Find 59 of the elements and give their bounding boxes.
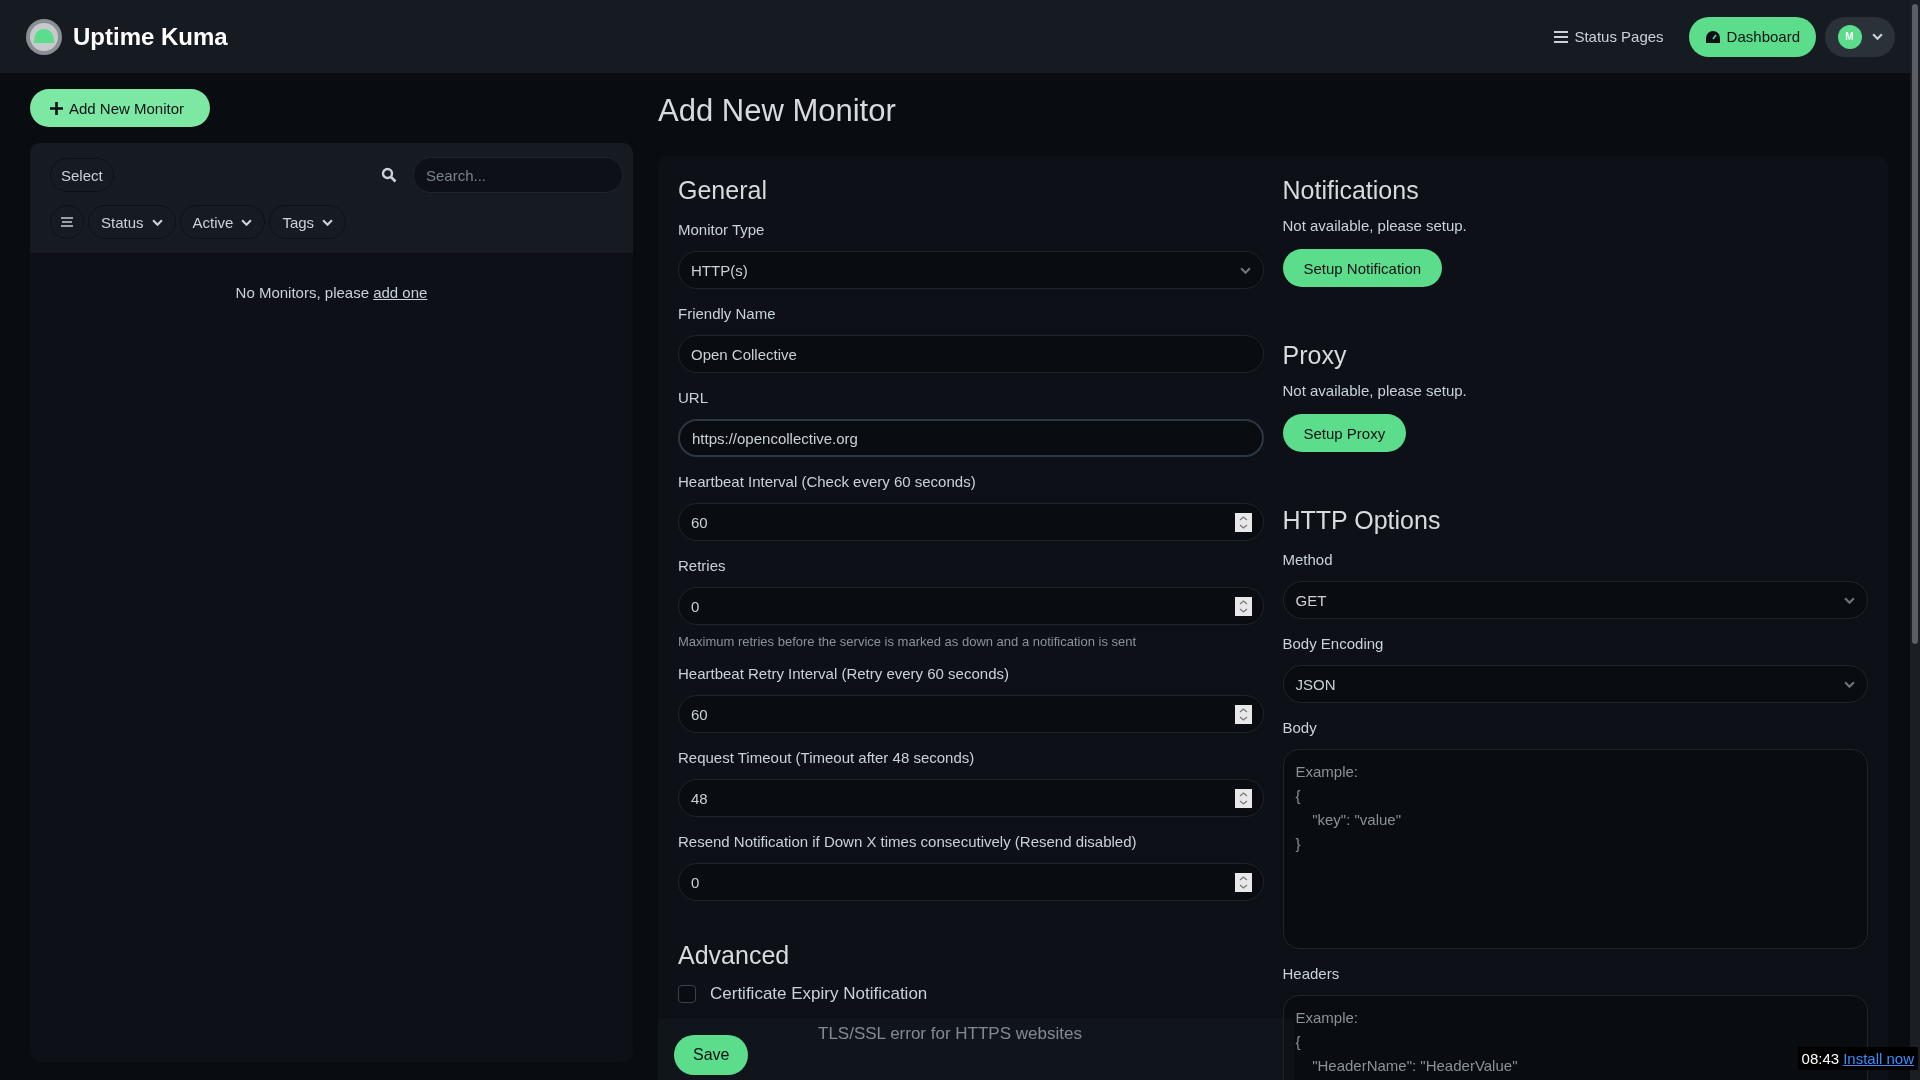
- select-field[interactable]: JSON: [1282, 665, 1868, 703]
- text-field[interactable]: https://opencollective.org: [678, 419, 1264, 457]
- field-label: Method: [1282, 551, 1334, 568]
- brand-name: Uptime Kuma: [73, 22, 228, 51]
- chevron-down-icon: [1844, 680, 1855, 688]
- option-label: TLS/SSL error for HTTPS websites: [818, 1024, 1082, 1044]
- add-monitor-button[interactable]: Add New Monitor: [30, 89, 211, 127]
- logo-icon: [25, 17, 63, 56]
- search-icon: [381, 167, 397, 183]
- number-field[interactable]: 60: [678, 503, 1264, 541]
- checkbox[interactable]: [678, 985, 696, 1003]
- chevron-down-icon: [1844, 596, 1855, 604]
- chevron-down-icon: [1871, 33, 1883, 40]
- list-icon: [61, 217, 73, 227]
- number-field[interactable]: 0: [678, 863, 1264, 901]
- field-label: Monitor Type: [678, 221, 766, 238]
- setup-button[interactable]: Setup Notification: [1282, 249, 1443, 287]
- gauge-icon: [1704, 29, 1721, 44]
- field-label: Body Encoding: [1282, 635, 1385, 652]
- select-field[interactable]: HTTP(s): [678, 251, 1264, 289]
- help-text: Maximum retries before the service is marked as down and a notification is sent: [678, 634, 1138, 649]
- field-label: Headers: [1282, 965, 1341, 982]
- save-button[interactable]: Save: [674, 1035, 749, 1075]
- field-label: Heartbeat Interval (Check every 60 seconds): [678, 473, 977, 490]
- clock-time: 08:43: [1801, 1050, 1840, 1067]
- plus-icon: [50, 101, 63, 115]
- chevron-down-icon: [241, 218, 253, 226]
- option-label: Certificate Expiry Notification: [710, 984, 928, 1004]
- list-icon: [1554, 30, 1569, 43]
- number-field[interactable]: 48: [678, 779, 1264, 817]
- page-title: Add New Monitor: [658, 92, 897, 130]
- section-heading: Advanced: [678, 941, 791, 970]
- select-field[interactable]: GET: [1282, 581, 1868, 619]
- chevron-down-icon: [151, 218, 163, 226]
- search-field[interactable]: Search...: [413, 157, 623, 193]
- field-label: Request Timeout (Timeout after 48 seconds): [678, 749, 976, 766]
- info-text: Not available, please setup.: [1282, 217, 1468, 234]
- number-field[interactable]: 0: [678, 587, 1264, 625]
- setup-button[interactable]: Setup Proxy: [1282, 414, 1407, 452]
- field-label: Body: [1282, 719, 1318, 736]
- field-label: Heartbeat Retry Interval (Retry every 60 seconds): [678, 665, 1010, 682]
- field-label: URL: [678, 389, 709, 406]
- field-label: Friendly Name: [678, 305, 777, 322]
- section-heading: Proxy: [1282, 341, 1348, 370]
- empty-message: No Monitors, please add one: [235, 284, 428, 301]
- text-field[interactable]: Open Collective: [678, 335, 1264, 373]
- section-heading: HTTP Options: [1282, 506, 1442, 535]
- section-heading: General: [678, 176, 768, 205]
- info-text: Not available, please setup.: [1282, 382, 1468, 399]
- status-pages-link[interactable]: Status Pages: [1554, 28, 1664, 45]
- dashboard-button[interactable]: Dashboard: [1688, 16, 1816, 57]
- chevron-down-icon: [322, 218, 334, 226]
- add-one-link[interactable]: add one: [373, 284, 428, 301]
- section-heading: Notifications: [1282, 176, 1420, 205]
- field-label: Resend Notification if Down X times consecutively (Resend disabled): [678, 833, 1138, 850]
- text-area[interactable]: Example: { "key": "value" }: [1282, 749, 1868, 949]
- chevron-down-icon: [1239, 266, 1251, 274]
- number-field[interactable]: 60: [678, 695, 1264, 733]
- field-label: Retries: [678, 557, 727, 574]
